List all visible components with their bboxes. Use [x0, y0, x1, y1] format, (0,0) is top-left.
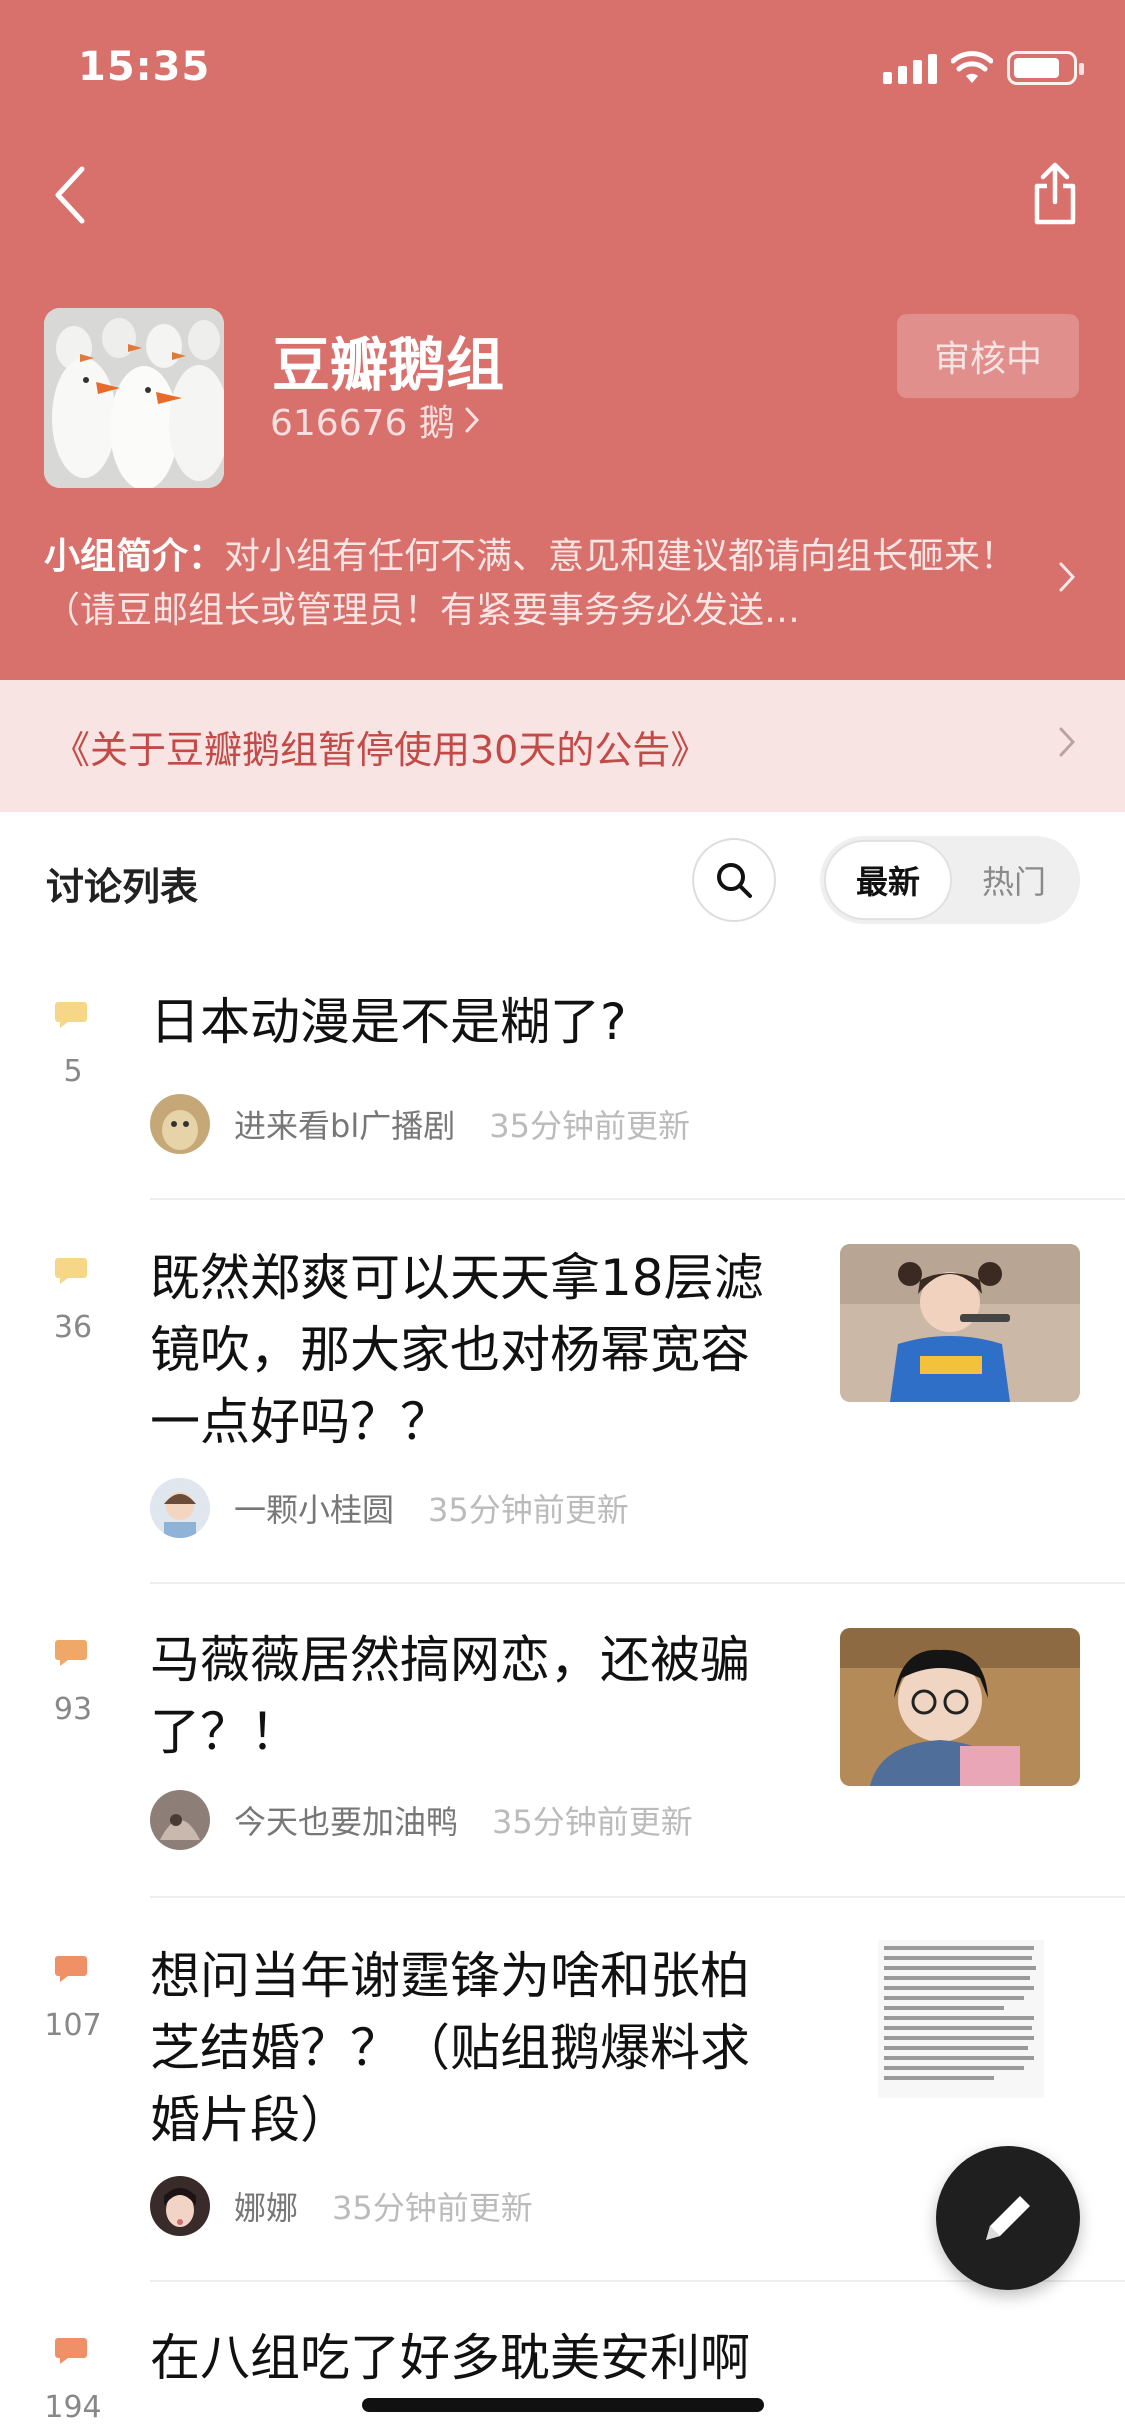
avatar[interactable]: [150, 1094, 210, 1154]
home-indicator: [362, 2398, 764, 2412]
comment-count: 107: [44, 2008, 102, 2043]
topic-item[interactable]: 93 马薇薇居然搞网恋，还被骗了？！ 今天也要加油鸭 35分钟前更新: [0, 1584, 1125, 1898]
topic-author[interactable]: 今天也要加油鸭 35分钟前更新: [150, 1790, 693, 1850]
sort-hot-tab[interactable]: 热门: [952, 840, 1076, 920]
topic-author[interactable]: 一颗小桂圆 35分钟前更新: [150, 1478, 629, 1538]
comment-icon: [55, 2338, 87, 2364]
topic-title[interactable]: 日本动漫是不是糊了?: [150, 986, 1050, 1058]
status-time: 15:35: [78, 44, 211, 90]
group-name: 豆瓣鹅组: [272, 331, 505, 399]
group-intro[interactable]: 小组简介：对小组有任何不满、意见和建议都请向组长砸来！（请豆邮组长或管理员！有紧…: [44, 530, 1024, 638]
sort-latest-tab[interactable]: 最新: [824, 840, 952, 920]
chevron-right-icon: [465, 407, 479, 433]
search-button[interactable]: [692, 838, 776, 922]
chevron-left-icon: [55, 166, 85, 224]
update-time: 35分钟前更新: [489, 1107, 690, 1145]
announcement-bar[interactable]: 《关于豆瓣鹅组暂停使用30天的公告》: [0, 680, 1125, 812]
comment-icon: [55, 1640, 87, 1666]
topic-title[interactable]: 在八组吃了好多耽美安利啊: [150, 2322, 1050, 2394]
topic-item[interactable]: 194 在八组吃了好多耽美安利啊: [0, 2282, 1125, 2436]
topic-thumbnail[interactable]: [840, 1244, 1080, 1402]
member-count-link[interactable]: 616676 鹅: [270, 394, 481, 446]
new-post-button[interactable]: [936, 2146, 1080, 2290]
topic-title[interactable]: 想问当年谢霆锋为啥和张柏芝结婚？？（贴组鹅爆料求婚片段）: [150, 1940, 790, 2156]
topic-author[interactable]: 娜娜 35分钟前更新: [150, 2176, 533, 2236]
chevron-right-icon: [1059, 562, 1076, 592]
discussion-list-header: 讨论列表 最新 热门: [0, 812, 1125, 948]
pencil-icon: [986, 2196, 1030, 2240]
share-button[interactable]: [1023, 158, 1087, 232]
announcement-arrow: [1057, 724, 1077, 768]
search-icon: [717, 863, 752, 898]
topic-author[interactable]: 进来看bl广播剧 35分钟前更新: [150, 1094, 690, 1154]
share-icon: [1034, 162, 1076, 225]
member-count: 616676 鹅: [270, 403, 455, 444]
group-avatar[interactable]: [44, 308, 224, 488]
topic-title[interactable]: 既然郑爽可以天天拿18层滤镜吹，那大家也对杨幂宽容一点好吗？？: [150, 1242, 790, 1458]
back-button[interactable]: [40, 160, 100, 230]
chevron-right-icon: [1059, 727, 1076, 757]
author-name: 进来看bl广播剧: [234, 1107, 456, 1145]
intro-label: 小组简介：: [44, 536, 225, 577]
signal-icon: [883, 52, 937, 84]
update-time: 35分钟前更新: [428, 1491, 629, 1529]
topic-item[interactable]: 5 日本动漫是不是糊了? 进来看bl广播剧 35分钟前更新: [0, 948, 1125, 1200]
intro-expand-button[interactable]: [1057, 560, 1077, 598]
battery-icon: [1007, 51, 1084, 85]
comment-icon: [55, 1002, 87, 1028]
topic-thumbnail[interactable]: [840, 1628, 1080, 1786]
comment-count: 194: [44, 2390, 102, 2425]
comment-count: 36: [53, 1310, 93, 1345]
avatar[interactable]: [150, 2176, 210, 2236]
avatar[interactable]: [150, 1478, 210, 1538]
topic-thumbnail[interactable]: [840, 1940, 1080, 2098]
avatar[interactable]: [150, 1790, 210, 1850]
author-name: 一颗小桂圆: [234, 1491, 395, 1529]
author-name: 娜娜: [234, 2189, 299, 2227]
author-name: 今天也要加油鸭: [234, 1803, 459, 1841]
topic-title[interactable]: 马薇薇居然搞网恋，还被骗了？！: [150, 1624, 790, 1768]
review-status-badge: 审核中: [897, 314, 1079, 398]
list-title: 讨论列表: [46, 865, 199, 909]
topic-item[interactable]: 36 既然郑爽可以天天拿18层滤镜吹，那大家也对杨幂宽容一点好吗？？ 一颗小桂圆…: [0, 1200, 1125, 1584]
sort-toggle: 最新 热门: [820, 836, 1080, 924]
comment-count: 93: [53, 1692, 93, 1727]
update-time: 35分钟前更新: [492, 1803, 693, 1841]
status-icons: [883, 48, 1084, 88]
announcement-text: 《关于豆瓣鹅组暂停使用30天的公告》: [52, 727, 709, 772]
comment-icon: [55, 1956, 87, 1982]
comment-count: 5: [63, 1054, 83, 1089]
wifi-icon: [951, 51, 993, 83]
comment-icon: [55, 1258, 87, 1284]
group-header: 15:35 豆瓣鹅组 616676 鹅 审核中 小组简介：对小组有任何不满、意见…: [0, 0, 1125, 680]
update-time: 35分钟前更新: [332, 2189, 533, 2227]
